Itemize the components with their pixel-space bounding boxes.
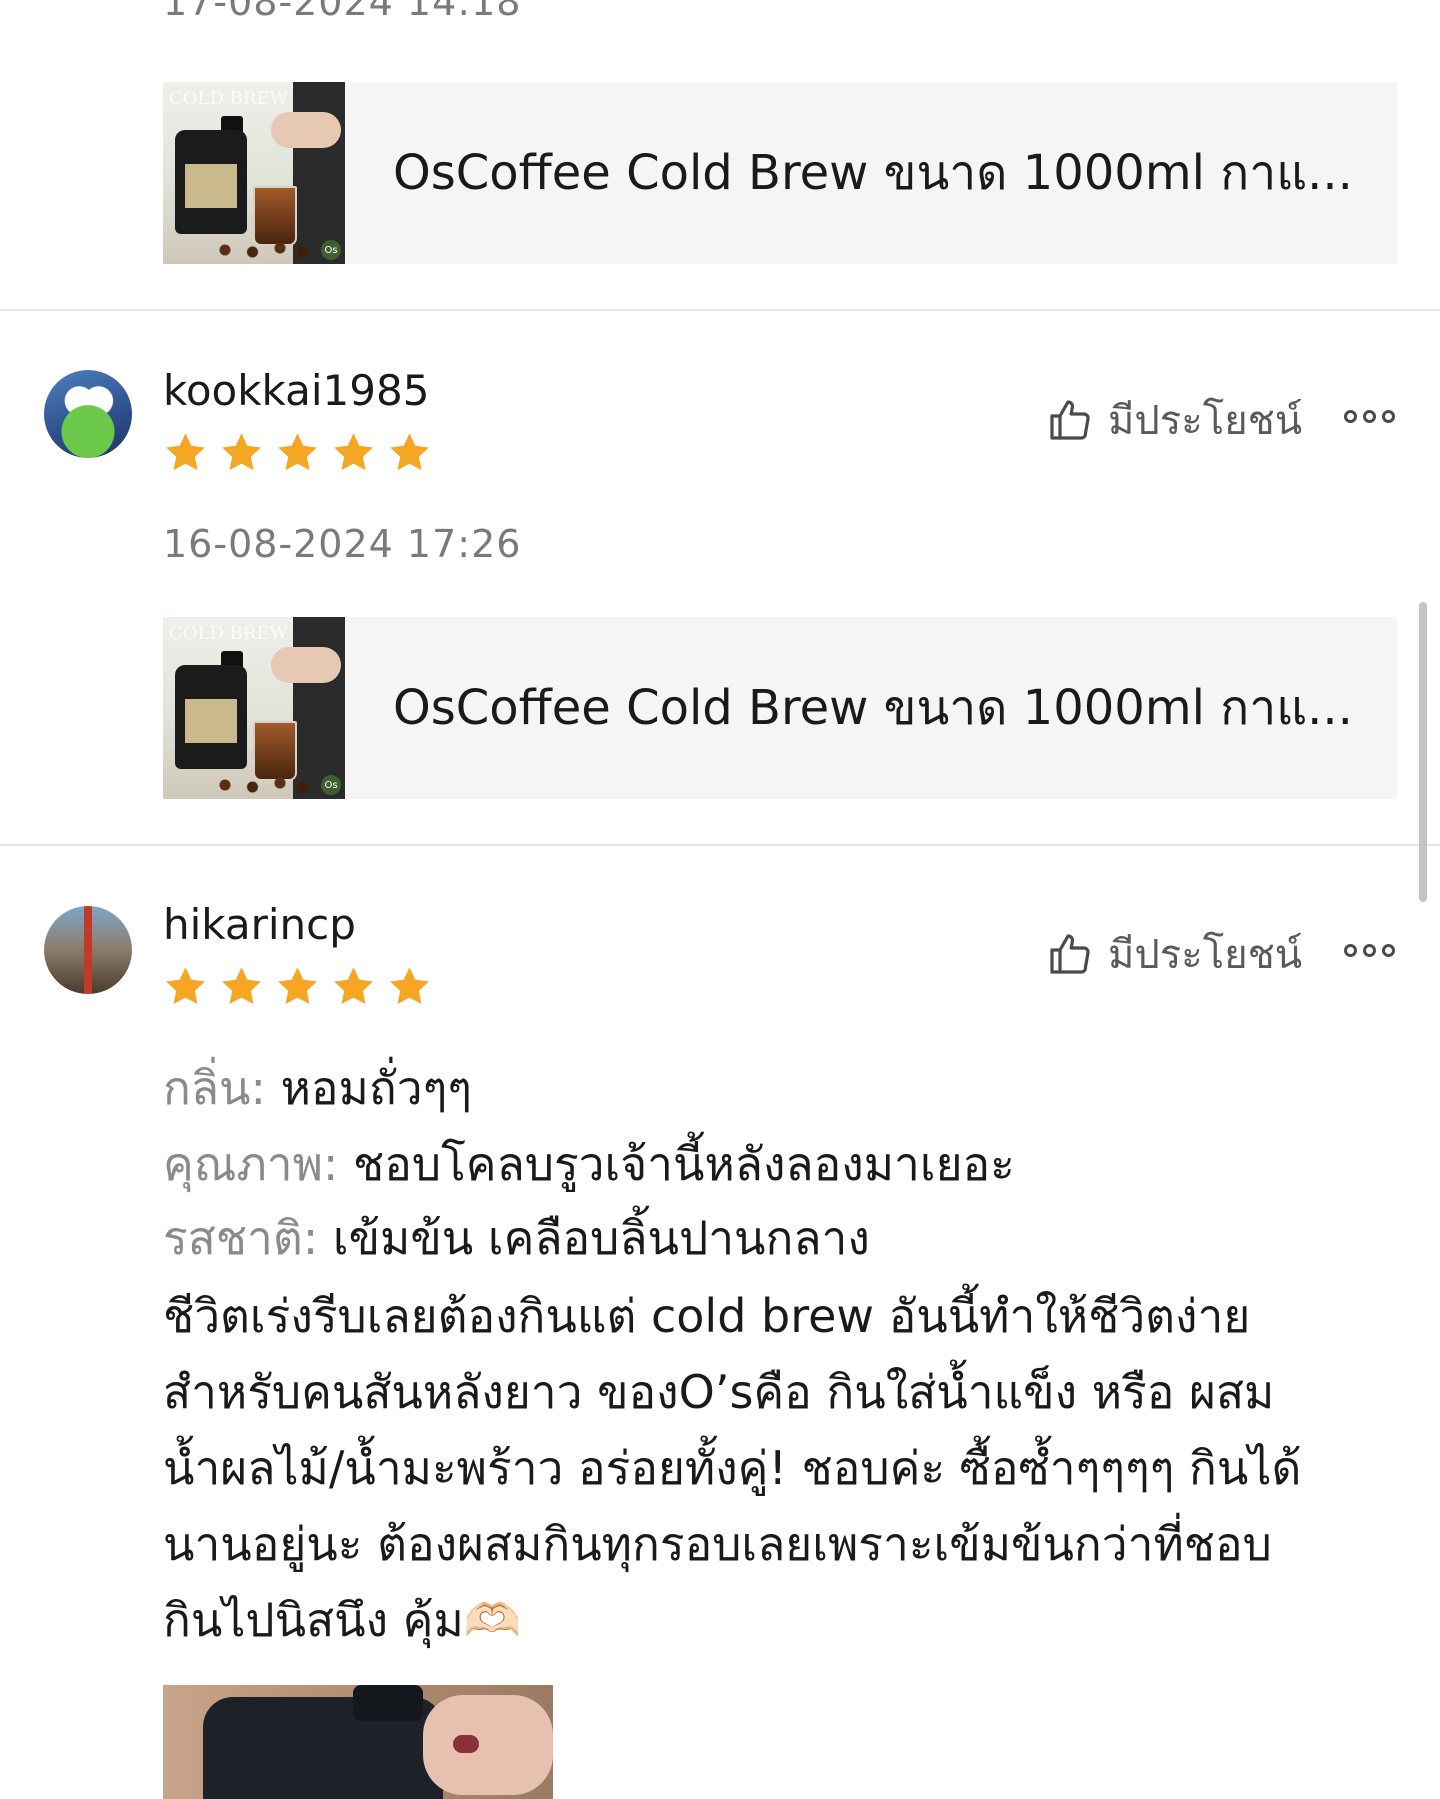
- product-thumbnail-text: COLD BREW: [169, 623, 289, 644]
- attribute-quality: คุณภาพ: ชอบโคลบรูวเจ้านี้หลังลองมาเยอะ: [163, 1128, 1015, 1201]
- attribute-key: คุณภาพ:: [163, 1137, 339, 1191]
- scrollbar[interactable]: [1419, 602, 1427, 902]
- review-text: ชีวิตเร่งรีบเลยต้องกินแต่ cold brew อันน…: [163, 1278, 1403, 1658]
- star-icon: [390, 433, 429, 471]
- review-divider: [0, 309, 1440, 311]
- helpful-button[interactable]: มีประโยชน์: [1046, 922, 1302, 986]
- star-icon: [278, 433, 317, 471]
- product-card[interactable]: COLD BREW Os OsCoffee Cold Brew ขนาด 100…: [163, 617, 1397, 799]
- star-icon: [166, 433, 205, 471]
- attribute-value: ชอบโคลบรูวเจ้านี้หลังลองมาเยอะ: [353, 1137, 1015, 1191]
- star-icon: [278, 967, 317, 1005]
- avatar[interactable]: [44, 370, 132, 458]
- review-photo[interactable]: [163, 1685, 553, 1799]
- review-text-line: สำหรับคนสันหลังยาว ของO’sคือ กินใส่น้ำแข…: [163, 1365, 1275, 1419]
- product-card[interactable]: COLD BREW Os OsCoffee Cold Brew ขนาด 100…: [163, 82, 1397, 264]
- brand-badge: Os: [321, 775, 341, 795]
- attribute-taste: รสชาติ: เข้มข้น เคลือบลิ้นปานกลาง: [163, 1202, 870, 1275]
- star-icon: [390, 967, 429, 1005]
- review-divider: [0, 844, 1440, 846]
- product-thumbnail-text: COLD BREW: [169, 88, 289, 109]
- star-icon: [334, 967, 373, 1005]
- review-text-line: นานอยู่นะ ต้องผสมกินทุกรอบเลยเพราะเข้มข้…: [163, 1517, 1272, 1571]
- helpful-label: มีประโยชน์: [1108, 398, 1303, 444]
- username[interactable]: kookkai1985: [163, 366, 429, 415]
- review-text-line: กินไปนิสนึง คุ้ม🫶🏻: [163, 1593, 522, 1647]
- review-timestamp: 17-08-2024 14:18: [163, 0, 522, 24]
- review-text-line: น้ำผลไม้/น้ำมะพร้าว อร่อยทั้งคู่! ชอบค่ะ…: [163, 1441, 1302, 1495]
- star-icon: [222, 967, 261, 1005]
- star-rating: [163, 964, 432, 1009]
- star-icon: [334, 433, 373, 471]
- username[interactable]: hikarincp: [163, 900, 356, 949]
- avatar[interactable]: [44, 906, 132, 994]
- attribute-value: หอมถั่วๆๆ: [280, 1061, 472, 1115]
- thumbs-up-icon: [1050, 934, 1090, 974]
- product-name: OsCoffee Cold Brew ขนาด 1000ml กาแ...: [393, 145, 1353, 201]
- more-dots-icon[interactable]: [1344, 940, 1400, 960]
- star-icon: [222, 433, 261, 471]
- attribute-key: กลิ่น:: [163, 1061, 266, 1115]
- helpful-button[interactable]: มีประโยชน์: [1046, 388, 1302, 452]
- review-timestamp: 16-08-2024 17:26: [163, 522, 522, 566]
- attribute-value: เข้มข้น เคลือบลิ้นปานกลาง: [332, 1211, 870, 1265]
- star-icon: [166, 967, 205, 1005]
- helpful-label: มีประโยชน์: [1108, 932, 1303, 978]
- thumbs-up-icon: [1050, 400, 1090, 440]
- more-dots-icon[interactable]: [1344, 406, 1400, 426]
- attribute-key: รสชาติ:: [163, 1211, 319, 1265]
- product-thumbnail: COLD BREW Os: [163, 82, 345, 264]
- brand-badge: Os: [321, 240, 341, 260]
- product-thumbnail: COLD BREW Os: [163, 617, 345, 799]
- review-text-line: ชีวิตเร่งรีบเลยต้องกินแต่ cold brew อันน…: [163, 1289, 1251, 1343]
- attribute-smell: กลิ่น: หอมถั่วๆๆ: [163, 1052, 472, 1125]
- star-rating: [163, 430, 432, 475]
- product-name: OsCoffee Cold Brew ขนาด 1000ml กาแ...: [393, 680, 1353, 736]
